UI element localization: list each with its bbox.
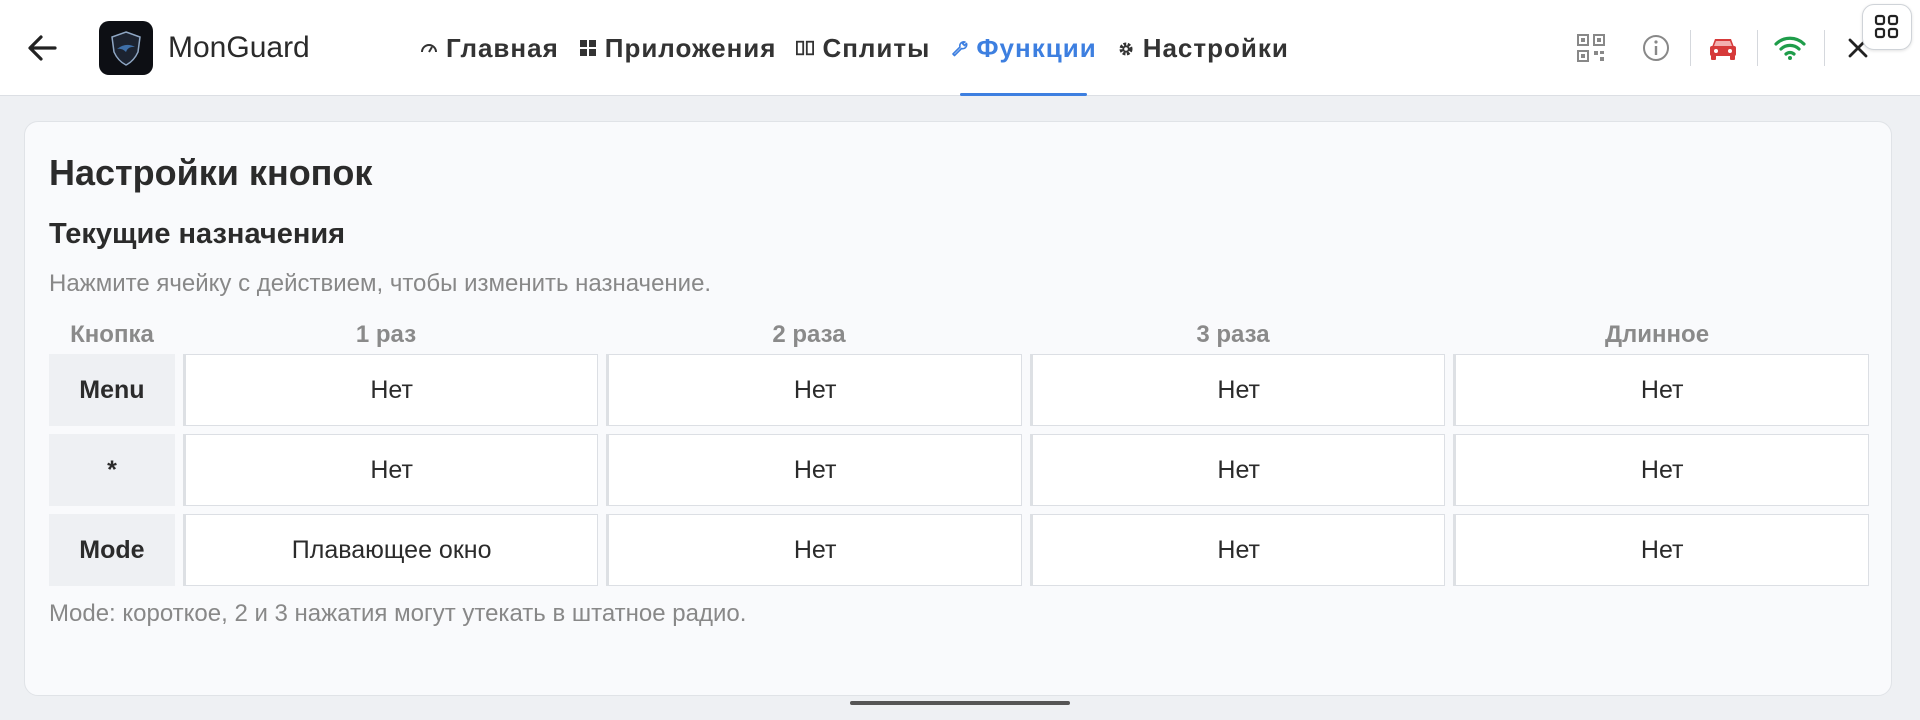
page-title: Настройки кнопок [49, 152, 373, 193]
action-cell[interactable]: Нет [182, 354, 599, 426]
gauge-icon [420, 39, 438, 57]
action-cell[interactable]: Нет [606, 514, 1022, 586]
button-key-label: Menu [49, 354, 175, 426]
column-header: 2 раза [772, 321, 846, 348]
action-cell[interactable]: Плавающее окно [182, 514, 599, 586]
table-row: Mode Плавающее окно Нет Нет Нет [49, 514, 1869, 586]
tab-splits[interactable]: Сплиты [786, 0, 940, 96]
tab-functions-label: Функции [976, 32, 1097, 63]
floating-apps-button[interactable] [1862, 4, 1912, 50]
column-header: Длинное [1604, 321, 1710, 348]
tab-functions[interactable]: Функции [940, 0, 1106, 96]
hint-text: Нажмите ячейку с действием, чтобы измени… [49, 270, 712, 297]
section-title: Текущие назначения [49, 218, 346, 250]
action-cell[interactable]: Нет [182, 434, 599, 506]
home-indicator-bar[interactable] [850, 701, 1070, 705]
tab-settings-label: Настройки [1142, 32, 1289, 63]
wifi-status-button[interactable] [1772, 30, 1808, 66]
wrench-icon [950, 39, 968, 57]
action-cell[interactable]: Нет [606, 354, 1022, 426]
button-settings-card: Настройки кнопок Текущие назначения Нажм… [24, 121, 1892, 696]
info-icon [1643, 35, 1669, 61]
column-header: 3 раза [1196, 321, 1270, 348]
info-button[interactable] [1638, 30, 1674, 66]
table-row: * Нет Нет Нет Нет [49, 434, 1869, 506]
action-cell[interactable]: Нет [1029, 514, 1446, 586]
action-cell[interactable]: Нет [1453, 434, 1869, 506]
split-columns-icon [796, 39, 815, 57]
apps-grid-icon [579, 39, 597, 57]
tab-home-label: Главная [446, 32, 559, 63]
car-status-button[interactable] [1705, 30, 1741, 66]
qr-code-icon [1577, 34, 1605, 62]
tab-splits-label: Сплиты [822, 32, 931, 63]
app-title: MonGuard [168, 31, 310, 64]
tab-apps-label: Приложения [604, 32, 777, 63]
footnote-text: Mode: короткое, 2 и 3 нажатия могут утек… [49, 600, 747, 627]
gear-icon [1117, 39, 1135, 57]
action-cell[interactable]: Нет [1453, 514, 1869, 586]
apps-grid-outline-icon [1874, 14, 1899, 39]
action-cell[interactable]: Нет [606, 434, 1022, 506]
back-button[interactable] [22, 28, 62, 68]
shield-logo-icon [111, 31, 141, 66]
table-row: Menu Нет Нет Нет Нет [49, 354, 1869, 426]
action-cell[interactable]: Нет [1453, 354, 1869, 426]
car-icon [1710, 39, 1736, 60]
tab-apps[interactable]: Приложения [569, 0, 787, 96]
divider [1824, 30, 1825, 66]
assignments-table: Кнопка 1 раз 2 раза 3 раза Длинное Menu … [49, 316, 1869, 586]
button-key-label: * [49, 434, 175, 506]
divider [1757, 30, 1758, 66]
nav-tabs: Главная Приложения Сплиты Функции Настро… [410, 0, 1299, 96]
action-cell[interactable]: Нет [1029, 354, 1446, 426]
divider [1690, 30, 1691, 66]
back-arrow-icon [28, 35, 57, 61]
top-bar: MonGuard Главная Приложения Сплиты Функц… [0, 0, 1920, 96]
button-key-label: Mode [49, 514, 175, 586]
column-header: 1 раз [355, 321, 417, 348]
app-logo [99, 21, 153, 75]
wifi-icon [1774, 36, 1806, 60]
qr-code-button[interactable] [1573, 30, 1609, 66]
table-header-row: Кнопка 1 раз 2 раза 3 раза Длинное [49, 316, 1869, 354]
action-cell[interactable]: Нет [1029, 434, 1446, 506]
tab-settings[interactable]: Настройки [1107, 0, 1299, 96]
tab-home[interactable]: Главная [410, 0, 569, 96]
column-header: Кнопка [70, 321, 154, 348]
